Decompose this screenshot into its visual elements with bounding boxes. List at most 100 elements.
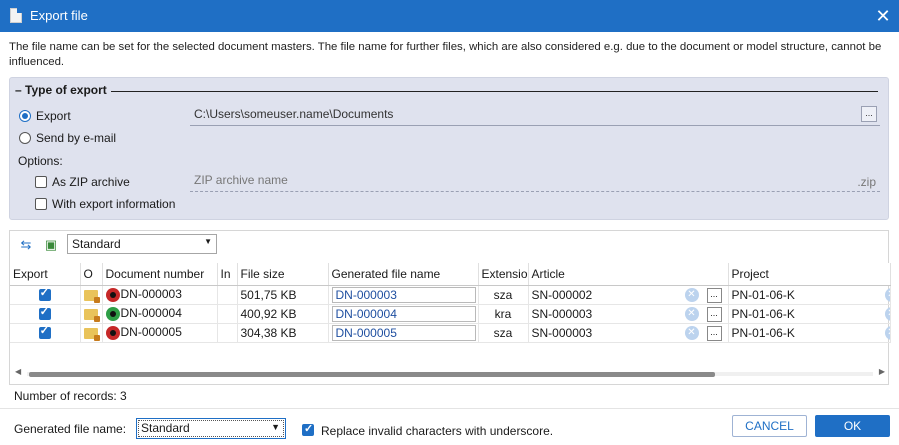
clear-icon[interactable]: ✕: [884, 306, 889, 321]
window-title: Export file: [30, 8, 88, 23]
generated-name-cell[interactable]: DN-000003: [328, 285, 479, 305]
col-extension[interactable]: Extensio: [478, 263, 529, 286]
article-value: SN-000002: [531, 287, 593, 302]
document-number-cell: DN-000004: [102, 304, 218, 324]
col-project[interactable]: Project: [728, 263, 891, 286]
project-value: PN-01-06-K: [731, 325, 795, 340]
scroll-thumb[interactable]: [29, 372, 715, 377]
document-number: DN-000005: [120, 325, 182, 340]
clear-icon[interactable]: ✕: [884, 287, 889, 302]
article-cell: SN-000002 ✕...: [528, 285, 729, 305]
generated-name-input[interactable]: DN-000003: [331, 286, 476, 303]
folder-lock-icon: [84, 289, 100, 303]
close-icon[interactable]: ✕: [871, 4, 895, 28]
col-o[interactable]: O: [80, 263, 103, 286]
intro-text: The file name can be set for the selecte…: [9, 41, 882, 68]
zip-extension: .zip: [857, 175, 876, 189]
export-path-value: C:\Users\someuser.name\Documents: [194, 107, 394, 121]
horizontal-scrollbar[interactable]: ◀ ▶: [15, 367, 885, 379]
folder-lock-icon: [84, 308, 100, 322]
status-icon: [105, 325, 120, 340]
legend-text: Type of export: [25, 83, 107, 97]
project-value: PN-01-06-K: [731, 287, 795, 302]
export-cell[interactable]: [10, 304, 81, 324]
browse-button[interactable]: ...: [861, 106, 877, 122]
table-row[interactable]: DN-000003 501,75 KB DN-000003 sza SN-000…: [10, 285, 891, 305]
col-article[interactable]: Article: [528, 263, 729, 286]
article-value: SN-000003: [531, 325, 593, 340]
generated-name-input[interactable]: DN-000005: [331, 324, 476, 341]
export-cell[interactable]: [10, 285, 81, 305]
generated-name-cell[interactable]: DN-000005: [328, 323, 479, 343]
o-cell: [80, 285, 103, 305]
browse-button[interactable]: ...: [706, 287, 722, 303]
extension-cell: sza: [478, 323, 529, 343]
in-cell: [217, 285, 238, 305]
browse-button[interactable]: ...: [706, 325, 722, 341]
records-count: Number of records: 3: [14, 389, 127, 403]
zip-name-field[interactable]: ZIP archive name .zip: [190, 170, 880, 192]
replace-checkbox[interactable]: [302, 422, 314, 436]
col-file-size[interactable]: File size: [237, 263, 329, 286]
document-table-panel: ⇆ ▣ Standard ▼ Export O Document number …: [9, 230, 891, 385]
refresh-icon[interactable]: ⇆: [18, 237, 34, 253]
col-document-number[interactable]: Document number: [102, 263, 218, 286]
group-legend: – Type of export: [15, 83, 111, 97]
generated-file-name-value: Standard: [141, 421, 190, 435]
export-radio[interactable]: [19, 110, 31, 122]
col-in[interactable]: In: [217, 263, 238, 286]
ok-button[interactable]: OK: [815, 415, 890, 437]
email-radio[interactable]: [19, 132, 31, 144]
footer-divider: [0, 408, 899, 409]
legend-divider: [110, 91, 878, 92]
clear-icon[interactable]: ✕: [684, 287, 699, 302]
export-checkbox[interactable]: [38, 305, 51, 321]
email-radio-label: Send by e-mail: [36, 131, 117, 145]
export-checkbox[interactable]: [38, 286, 51, 302]
document-icon: [10, 8, 22, 23]
article-cell: SN-000003 ✕...: [528, 323, 729, 343]
status-icon: [105, 306, 120, 321]
clear-icon[interactable]: ✕: [884, 325, 889, 340]
view-select[interactable]: Standard ▼: [67, 234, 217, 254]
clear-icon[interactable]: ✕: [684, 325, 699, 340]
export-path-field[interactable]: C:\Users\someuser.name\Documents ...: [190, 104, 880, 126]
o-cell: [80, 323, 103, 343]
export-info-label: With export information: [52, 197, 176, 211]
export-checkbox[interactable]: [38, 324, 51, 340]
zip-checkbox[interactable]: [35, 176, 47, 188]
table-row[interactable]: DN-000004 400,92 KB DN-000004 kra SN-000…: [10, 304, 891, 324]
document-table: Export O Document number In File size Ge…: [10, 263, 891, 343]
status-icon: [105, 287, 120, 302]
clear-icon[interactable]: ✕: [684, 306, 699, 321]
scroll-left-icon[interactable]: ◀: [15, 367, 21, 376]
extension-cell: sza: [478, 285, 529, 305]
generated-name-input[interactable]: DN-000004: [331, 305, 476, 322]
export-radio-label: Export: [36, 109, 71, 123]
zip-checkbox-label: As ZIP archive: [52, 175, 130, 189]
replace-label: Replace invalid characters with undersco…: [321, 424, 554, 438]
document-number-cell: DN-000003: [102, 285, 218, 305]
document-number: DN-000004: [120, 306, 182, 321]
file-size-cell: 304,38 KB: [237, 323, 329, 343]
export-info-checkbox[interactable]: [35, 198, 47, 210]
title-bar: Export file ✕: [0, 0, 899, 32]
table-row[interactable]: DN-000005 304,38 KB DN-000005 sza SN-000…: [10, 323, 891, 343]
col-export[interactable]: Export: [10, 263, 81, 286]
chevron-down-icon: ▼: [271, 422, 280, 432]
chevron-down-icon: ▼: [204, 237, 212, 246]
project-value: PN-01-06-K: [731, 306, 795, 321]
col-generated-file-name[interactable]: Generated file name: [328, 263, 479, 286]
table-header: Export O Document number In File size Ge…: [10, 263, 891, 286]
generated-name-cell[interactable]: DN-000004: [328, 304, 479, 324]
cancel-button[interactable]: CANCEL: [732, 415, 807, 437]
export-cell[interactable]: [10, 323, 81, 343]
image-icon[interactable]: ▣: [43, 237, 59, 253]
in-cell: [217, 304, 238, 324]
article-value: SN-000003: [531, 306, 593, 321]
browse-button[interactable]: ...: [706, 306, 722, 322]
generated-file-name-select[interactable]: Standard ▼: [136, 418, 286, 439]
scroll-right-icon[interactable]: ▶: [879, 367, 885, 376]
document-number: DN-000003: [120, 287, 182, 302]
in-cell: [217, 323, 238, 343]
